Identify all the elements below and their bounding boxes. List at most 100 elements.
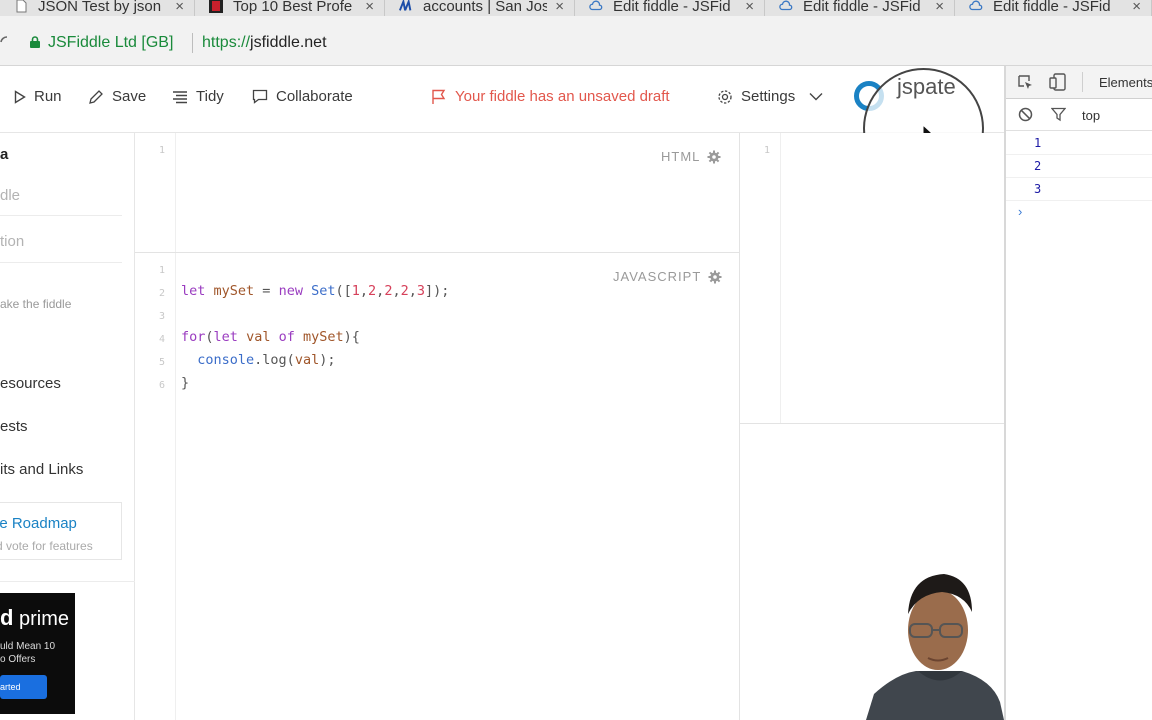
tab-title: Edit fiddle - JSFid bbox=[993, 0, 1111, 15]
gear-icon[interactable] bbox=[707, 150, 721, 164]
site-identity[interactable]: JSFiddle Ltd [GB] bbox=[48, 34, 173, 52]
console-value: 3 bbox=[1034, 182, 1042, 196]
url-host: jsfiddle.net bbox=[250, 34, 327, 51]
line-number: 6 bbox=[158, 380, 165, 391]
devtools-tabbar: Elements bbox=[1006, 66, 1152, 99]
screen: JSON Test by json × Top 10 Best Profe × … bbox=[0, 0, 1152, 720]
html-panel-label: HTML bbox=[661, 149, 721, 164]
tab-title: Edit fiddle - JSFid bbox=[803, 0, 921, 15]
gear-icon[interactable] bbox=[708, 270, 722, 284]
settings-button[interactable]: Settings bbox=[717, 88, 823, 105]
document-icon bbox=[16, 0, 27, 13]
code-line: console.log(val); bbox=[197, 352, 336, 368]
html-editor[interactable]: 1 HTML bbox=[135, 133, 739, 252]
collaborate-label: Collaborate bbox=[276, 88, 353, 105]
close-icon[interactable]: × bbox=[1132, 0, 1141, 15]
clear-console-icon[interactable] bbox=[1018, 107, 1033, 122]
collaborate-button[interactable]: Collaborate bbox=[252, 88, 353, 105]
tab-title: Edit fiddle - JSFid bbox=[613, 0, 731, 15]
tab-title: accounts | San Jos bbox=[423, 0, 548, 15]
javascript-panel-label: JAVASCRIPT bbox=[613, 269, 722, 284]
console-value: 2 bbox=[1034, 159, 1042, 173]
lock-icon bbox=[30, 36, 40, 48]
settings-label: Settings bbox=[741, 88, 796, 105]
tidy-button[interactable]: Tidy bbox=[172, 88, 224, 105]
javascript-editor[interactable]: 1 2 3 4 5 6 JAVASCRIPT let mySet = new S… bbox=[135, 253, 739, 720]
browser-tab[interactable]: accounts | San Jos × bbox=[385, 0, 575, 16]
sidebar-field-description[interactable]: tion bbox=[0, 233, 24, 250]
run-label: Run bbox=[34, 88, 62, 105]
play-icon bbox=[14, 89, 26, 104]
line-gutter: 1 bbox=[740, 133, 781, 423]
tab-elements[interactable]: Elements bbox=[1099, 75, 1152, 90]
ad-brand: d prime bbox=[0, 605, 70, 630]
line-number: 1 bbox=[158, 265, 165, 276]
divider bbox=[192, 33, 193, 53]
tidy-label: Tidy bbox=[196, 88, 224, 105]
line-number: 1 bbox=[158, 145, 165, 156]
chat-icon bbox=[252, 89, 268, 104]
html-label: HTML bbox=[661, 149, 701, 164]
sidebar-field-name[interactable]: dle bbox=[0, 187, 20, 204]
browser-tab-strip: JSON Test by json × Top 10 Best Profe × … bbox=[0, 0, 1152, 16]
ad-cta-button[interactable]: arted bbox=[0, 675, 47, 699]
run-button[interactable]: Run bbox=[14, 88, 62, 105]
context-selector[interactable]: top bbox=[1082, 108, 1100, 123]
roadmap-card[interactable]: le Roadmap d vote for features bbox=[0, 502, 122, 560]
url-text[interactable]: https://jsfiddle.net bbox=[202, 34, 327, 52]
console-message: 3 bbox=[1006, 178, 1152, 201]
divider bbox=[0, 581, 135, 582]
address-bar[interactable]: JSFiddle Ltd [GB] https://jsfiddle.net bbox=[0, 16, 1152, 66]
filter-icon[interactable] bbox=[1051, 107, 1066, 122]
console-message: 1 bbox=[1006, 132, 1152, 155]
jsfiddle-cloud-icon bbox=[589, 0, 603, 11]
sidebar-item-requests[interactable]: ests bbox=[0, 418, 28, 435]
ad-copy: uld Mean 10 o Offers bbox=[0, 641, 56, 665]
close-icon[interactable]: × bbox=[175, 0, 184, 15]
close-icon[interactable]: × bbox=[745, 0, 754, 15]
reload-icon[interactable] bbox=[0, 35, 8, 49]
gear-icon bbox=[718, 89, 732, 104]
console-value: 1 bbox=[1034, 136, 1042, 150]
divider bbox=[1082, 72, 1083, 92]
tab-title: Top 10 Best Profe bbox=[233, 0, 353, 15]
magnified-username: jspate bbox=[897, 74, 956, 99]
jsfiddle-cloud-icon bbox=[779, 0, 793, 11]
sidebar-item-resources[interactable]: esources bbox=[0, 375, 61, 392]
code-line: } bbox=[181, 375, 190, 391]
align-icon bbox=[173, 90, 187, 103]
chevron-down-icon bbox=[809, 93, 823, 101]
console-toolbar: top bbox=[1006, 99, 1152, 131]
browser-tab[interactable]: JSON Test by json × bbox=[0, 0, 195, 16]
close-icon[interactable]: × bbox=[935, 0, 944, 15]
browser-tab[interactable]: Edit fiddle - JSFid × bbox=[765, 0, 955, 16]
sidebar-ad[interactable]: d prime uld Mean 10 o Offers arted bbox=[0, 593, 75, 714]
tab-title: JSON Test by json bbox=[38, 0, 162, 15]
url-scheme: https:// bbox=[202, 34, 251, 51]
device-toggle-icon[interactable] bbox=[1049, 73, 1066, 91]
unsaved-draft-notice[interactable]: Your fiddle has an unsaved draft bbox=[431, 88, 670, 105]
devtools-panel: Elements top 1 2 3 › bbox=[1006, 66, 1152, 720]
line-number: 1 bbox=[763, 145, 770, 156]
console-prompt-row[interactable]: › bbox=[1006, 201, 1152, 224]
close-icon[interactable]: × bbox=[365, 0, 374, 15]
close-icon[interactable]: × bbox=[555, 0, 564, 15]
roadmap-subtext: d vote for features bbox=[0, 539, 93, 553]
browser-tab[interactable]: Edit fiddle - JSFid × bbox=[575, 0, 765, 16]
line-gutter: 1 bbox=[135, 133, 176, 252]
inspect-element-icon[interactable] bbox=[1018, 75, 1033, 90]
divider bbox=[0, 262, 122, 263]
browser-tab[interactable]: Top 10 Best Profe × bbox=[195, 0, 385, 16]
sidebar: a dle tion ake the fiddle esources ests … bbox=[0, 133, 135, 720]
sidebar-note: ake the fiddle bbox=[0, 297, 72, 311]
flag-icon bbox=[432, 89, 446, 104]
save-button[interactable]: Save bbox=[88, 88, 146, 105]
code-line: for(let val of mySet){ bbox=[181, 329, 360, 345]
code-line: let mySet = new Set([1,2,2,2,3]); bbox=[181, 283, 450, 299]
roadmap-link[interactable]: le Roadmap bbox=[0, 515, 77, 532]
browser-tab[interactable]: Edit fiddle - JSFid × bbox=[955, 0, 1152, 16]
sidebar-item-credits[interactable]: its and Links bbox=[0, 461, 83, 478]
save-label: Save bbox=[112, 88, 147, 105]
blue-site-icon bbox=[399, 0, 412, 11]
css-editor[interactable]: 1 bbox=[740, 133, 1004, 424]
